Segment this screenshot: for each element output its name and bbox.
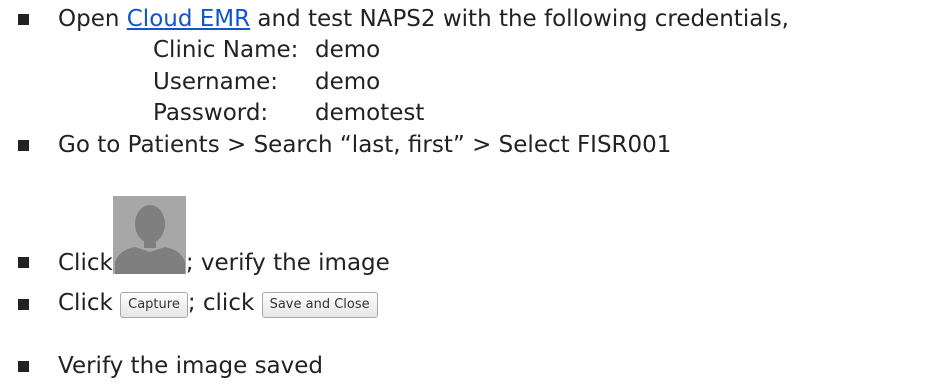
instructions-document: Open Cloud EMR and test NAPS2 with the f…: [0, 0, 947, 392]
bullet-icon: [18, 361, 29, 372]
credential-label: Username:: [153, 69, 278, 95]
person-silhouette-icon: [112, 196, 186, 274]
step-text: and test NAPS2 with the following creden…: [250, 6, 789, 32]
credential-value: demotest: [315, 100, 425, 126]
step-text: Click: [58, 290, 121, 316]
patient-avatar-icon[interactable]: [112, 196, 186, 274]
step-text: ; click: [187, 290, 262, 316]
credential-username: Username: demo: [153, 67, 380, 97]
credential-value: demo: [315, 69, 381, 95]
step-text: ; verify the image: [185, 250, 390, 276]
save-and-close-button[interactable]: Save and Close: [261, 292, 378, 318]
step-text: Open: [58, 6, 127, 32]
credential-value: demo: [315, 37, 381, 63]
step-text: Verify the image saved: [58, 353, 324, 379]
credential-label: Password:: [153, 100, 269, 126]
bullet-icon: [18, 257, 29, 268]
credential-label: Clinic Name:: [153, 37, 299, 63]
bullet-icon: [18, 14, 29, 25]
step-text: Go to Patients > Search “last, first” > …: [58, 132, 672, 158]
credential-clinic-name: Clinic Name: demo: [153, 35, 380, 65]
step-text: Click: [58, 250, 113, 276]
bullet-icon: [18, 299, 29, 310]
bullet-icon: [18, 140, 29, 151]
credential-password: Password: demotest: [153, 98, 424, 128]
cloud-emr-link[interactable]: Cloud EMR: [127, 6, 250, 32]
capture-button[interactable]: Capture: [120, 292, 188, 318]
